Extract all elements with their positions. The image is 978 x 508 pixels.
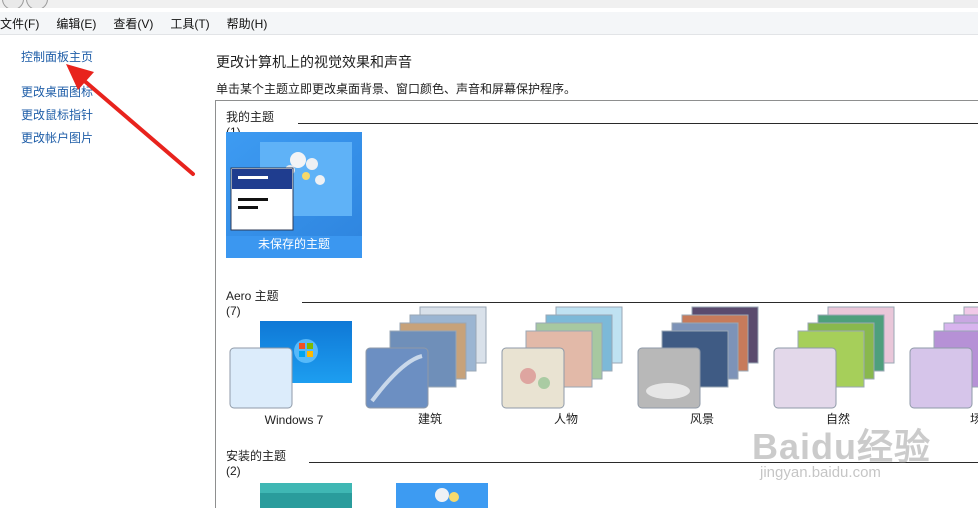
menu-tools[interactable]: 工具(T)	[170, 15, 217, 32]
theme-thumbnail-nature	[773, 306, 895, 409]
back-button[interactable]	[2, 0, 24, 8]
theme-tile-installed-2[interactable]	[362, 471, 498, 508]
change-account-picture-link[interactable]: 更改帐户图片	[21, 129, 93, 146]
theme-thumbnail-installed-2	[396, 483, 488, 508]
theme-tile-scenes[interactable]: 场景	[906, 301, 978, 427]
theme-thumbnail-unsaved	[226, 132, 362, 236]
theme-tile-characters[interactable]: 人物	[498, 301, 634, 427]
menu-bar: 文件(F) 编辑(E) 查看(V) 工具(T) 帮助(H)	[0, 12, 978, 35]
theme-tile-installed-1[interactable]	[226, 471, 362, 508]
group-divider	[297, 123, 978, 124]
control-panel-home-link[interactable]: 控制面板主页	[21, 48, 93, 65]
theme-thumbnail-characters	[501, 306, 623, 409]
menu-view[interactable]: 查看(V)	[113, 15, 161, 32]
theme-label-characters: 人物	[553, 412, 578, 426]
page-title: 更改计算机上的视觉效果和声音	[216, 54, 412, 70]
theme-label-landscapes: 风景	[689, 412, 714, 426]
theme-label-nature: 自然	[825, 412, 850, 426]
group-divider	[308, 462, 978, 463]
theme-thumbnail-landscapes	[637, 306, 759, 409]
task-pane: 控制面板主页 更改桌面图标 更改鼠标指针 更改帐户图片	[0, 35, 200, 507]
theme-tile-landscapes[interactable]: 风景	[634, 301, 770, 427]
theme-tile-windows7[interactable]: Windows 7	[226, 301, 362, 427]
theme-thumbnail-scenes	[909, 306, 978, 409]
menu-edit[interactable]: 编辑(E)	[56, 15, 104, 32]
theme-list-panel: 我的主题 (1) 未保存的主题 Aero 主	[215, 100, 978, 508]
change-desktop-icons-link[interactable]: 更改桌面图标	[21, 83, 93, 100]
theme-label-architecture: 建筑	[417, 412, 442, 426]
theme-label-unsaved: 未保存的主题	[257, 237, 330, 251]
theme-label-windows7: Windows 7	[264, 413, 324, 427]
theme-thumbnail-architecture	[365, 306, 487, 409]
theme-label-scenes: 场景	[906, 410, 978, 427]
theme-thumbnail-windows7	[229, 321, 352, 409]
change-mouse-pointers-link[interactable]: 更改鼠标指针	[21, 106, 93, 123]
menu-help[interactable]: 帮助(H)	[227, 15, 276, 32]
forward-button[interactable]	[26, 0, 48, 8]
theme-tile-unsaved[interactable]: 未保存的主题	[226, 132, 362, 258]
window-top-strip	[0, 0, 978, 8]
page-description: 单击某个主题立即更改桌面背景、窗口颜色、声音和屏幕保护程序。	[216, 82, 577, 96]
theme-thumbnail-installed-1	[260, 483, 352, 508]
menu-file[interactable]: 文件(F)	[0, 15, 47, 32]
theme-tile-nature[interactable]: 自然	[770, 301, 906, 427]
theme-tile-architecture[interactable]: 建筑	[362, 301, 498, 427]
